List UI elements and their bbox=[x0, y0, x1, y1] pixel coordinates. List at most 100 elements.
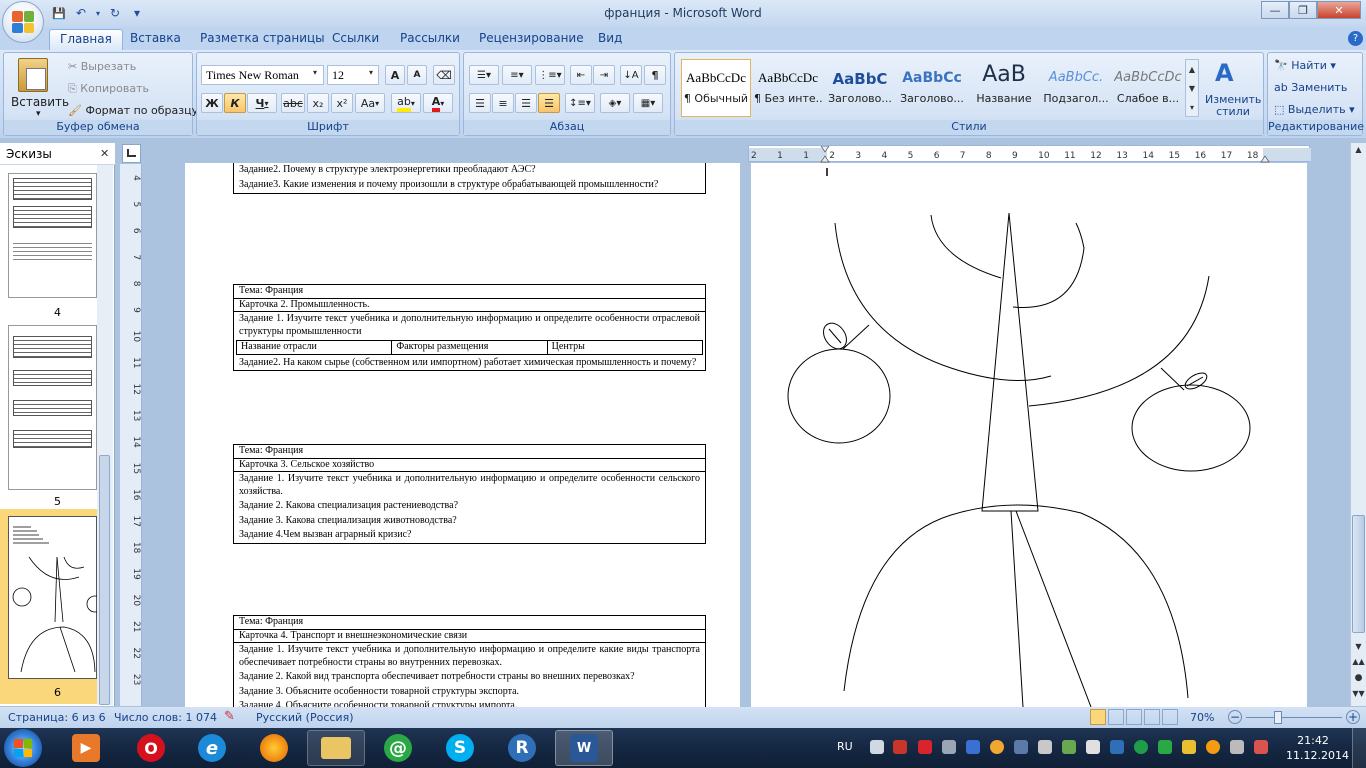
replace-button[interactable]: ab Заменить bbox=[1274, 81, 1347, 94]
superscript-button[interactable]: x² bbox=[331, 93, 353, 113]
italic-button[interactable]: К bbox=[224, 93, 246, 113]
tray-icon[interactable] bbox=[990, 740, 1004, 754]
justify-button[interactable]: ☰ bbox=[538, 93, 560, 113]
start-button[interactable] bbox=[4, 729, 42, 767]
taskbar-skype[interactable]: S bbox=[431, 730, 489, 766]
bold-button[interactable]: Ж bbox=[201, 93, 223, 113]
zoom-out-icon[interactable]: − bbox=[1228, 710, 1242, 724]
font-family-select[interactable]: Times New Roman bbox=[201, 65, 324, 85]
show-marks-button[interactable]: ¶ bbox=[644, 65, 666, 85]
shading-button[interactable]: ◈▾ bbox=[600, 93, 630, 113]
scroll-thumb[interactable] bbox=[1352, 515, 1365, 633]
tray-icon[interactable] bbox=[1134, 740, 1148, 754]
language-status[interactable]: Русский (Россия) bbox=[256, 711, 354, 724]
tab-insert[interactable]: Вставка bbox=[120, 29, 191, 50]
find-button[interactable]: 🔭 Найти ▾ bbox=[1274, 59, 1336, 72]
input-language[interactable]: RU bbox=[837, 740, 853, 753]
tab-selector[interactable] bbox=[122, 144, 141, 163]
subscript-button[interactable]: x₂ bbox=[307, 93, 329, 113]
word-count[interactable]: Число слов: 1 074 bbox=[114, 711, 217, 724]
change-case-button[interactable]: Aa ▾ bbox=[355, 93, 385, 113]
taskbar-r-app[interactable]: R bbox=[493, 730, 551, 766]
tray-icon[interactable] bbox=[918, 740, 932, 754]
format-painter-button[interactable]: 🖌 Формат по образцу bbox=[68, 104, 198, 117]
tray-icon[interactable] bbox=[1086, 740, 1100, 754]
style-no-spacing[interactable]: AaBbCcDc ¶ Без инте... bbox=[753, 59, 823, 117]
tray-icon[interactable] bbox=[1110, 740, 1124, 754]
tab-page-layout[interactable]: Разметка страницы bbox=[190, 29, 335, 50]
borders-button[interactable]: ▦▾ bbox=[633, 93, 663, 113]
tray-icon[interactable] bbox=[1254, 740, 1268, 754]
change-styles-button[interactable]: Изменить стили bbox=[1205, 94, 1261, 118]
style-normal[interactable]: AaBbCcDc ¶ Обычный bbox=[681, 59, 751, 117]
underline-button[interactable]: Ч ▾ bbox=[247, 93, 277, 113]
change-styles-icon[interactable]: A bbox=[1215, 59, 1234, 87]
spelling-check-icon[interactable]: ✎ bbox=[224, 709, 235, 724]
volume-icon[interactable] bbox=[1038, 740, 1052, 754]
line-spacing-button[interactable]: ↕≡▾ bbox=[565, 93, 595, 113]
taskbar-icq[interactable]: @ bbox=[369, 730, 427, 766]
highlight-button[interactable]: ab ▾ bbox=[391, 93, 421, 113]
style-title[interactable]: AaB Название bbox=[969, 59, 1039, 117]
shrink-font-button[interactable]: A bbox=[407, 65, 427, 85]
outline-icon[interactable] bbox=[1144, 709, 1160, 725]
tab-home[interactable]: Главная bbox=[49, 29, 123, 50]
tray-icon[interactable] bbox=[942, 740, 956, 754]
thumbnails-scrollbar[interactable] bbox=[97, 165, 113, 705]
style-subtitle[interactable]: AaBbCc. Подзагол... bbox=[1041, 59, 1111, 117]
thumbnail-page-6[interactable] bbox=[8, 516, 104, 679]
tray-icon[interactable] bbox=[893, 740, 907, 754]
draft-icon[interactable] bbox=[1162, 709, 1178, 725]
office-button[interactable] bbox=[2, 1, 44, 43]
scroll-down-icon[interactable]: ▼ bbox=[1351, 640, 1366, 654]
thumbnails-scroll-thumb[interactable] bbox=[99, 455, 110, 705]
thumbnail-page-5[interactable] bbox=[8, 325, 97, 490]
paste-icon[interactable] bbox=[18, 58, 48, 92]
style-subtle-emphasis[interactable]: AaBbCcDc Слабое в... bbox=[1113, 59, 1183, 117]
help-icon[interactable]: ? bbox=[1348, 31, 1363, 46]
paste-dropdown-icon[interactable]: ▾ bbox=[36, 109, 41, 119]
decrease-indent-button[interactable]: ⇤ bbox=[570, 65, 592, 85]
thumbnail-page-4[interactable] bbox=[8, 173, 97, 298]
browse-object-icon[interactable]: ● bbox=[1351, 673, 1366, 687]
full-screen-reading-icon[interactable] bbox=[1108, 709, 1124, 725]
bullets-button[interactable]: ☰▾ bbox=[469, 65, 499, 85]
taskbar-opera[interactable]: O bbox=[122, 730, 180, 766]
select-button[interactable]: ⬚ Выделить ▾ bbox=[1274, 103, 1355, 116]
numbering-button[interactable]: ≡▾ bbox=[502, 65, 532, 85]
tray-icon[interactable] bbox=[870, 740, 884, 754]
taskbar-word[interactable]: W bbox=[555, 730, 613, 766]
document-page-right[interactable] bbox=[751, 163, 1307, 707]
tab-review[interactable]: Рецензирование bbox=[469, 29, 594, 50]
tray-icon[interactable] bbox=[1182, 740, 1196, 754]
scroll-up-icon[interactable]: ▲ bbox=[1351, 143, 1366, 157]
zoom-slider[interactable] bbox=[1246, 717, 1342, 718]
cut-button[interactable]: ✂ Вырезать bbox=[68, 60, 136, 73]
taskbar-explorer[interactable] bbox=[307, 730, 365, 766]
style-heading-1[interactable]: AaBbC Заголово... bbox=[825, 59, 895, 117]
bluetooth-icon[interactable] bbox=[966, 740, 980, 754]
thumbnails-close-icon[interactable]: ✕ bbox=[100, 147, 109, 160]
increase-indent-button[interactable]: ⇥ bbox=[593, 65, 615, 85]
web-layout-icon[interactable] bbox=[1126, 709, 1142, 725]
zoom-slider-thumb[interactable] bbox=[1274, 711, 1282, 724]
align-left-button[interactable]: ☰ bbox=[469, 93, 491, 113]
tab-references[interactable]: Ссылки bbox=[322, 29, 389, 50]
grow-font-button[interactable]: A bbox=[385, 65, 405, 85]
strikethrough-button[interactable]: abc bbox=[281, 93, 305, 113]
network-icon[interactable] bbox=[1014, 740, 1028, 754]
document-scrollbar[interactable]: ▲ ▼ ▲▲ ● ▼▼ bbox=[1350, 143, 1366, 706]
tray-icon[interactable] bbox=[1230, 740, 1244, 754]
style-heading-2[interactable]: AaBbCc Заголово... bbox=[897, 59, 967, 117]
tray-icon[interactable] bbox=[1206, 740, 1220, 754]
styles-scroll[interactable]: ▲ ▼ ▾ bbox=[1185, 59, 1199, 117]
align-right-button[interactable]: ☰ bbox=[515, 93, 537, 113]
close-button[interactable]: ✕ bbox=[1317, 1, 1361, 19]
align-center-button[interactable]: ≡ bbox=[492, 93, 514, 113]
tray-icon[interactable] bbox=[1062, 740, 1076, 754]
taskbar-internet-explorer[interactable]: e bbox=[183, 730, 241, 766]
multilevel-list-button[interactable]: ⋮≡▾ bbox=[535, 65, 565, 85]
minimize-button[interactable]: — bbox=[1261, 1, 1289, 19]
taskbar-firefox[interactable] bbox=[245, 730, 303, 766]
maximize-button[interactable]: ❐ bbox=[1289, 1, 1317, 19]
